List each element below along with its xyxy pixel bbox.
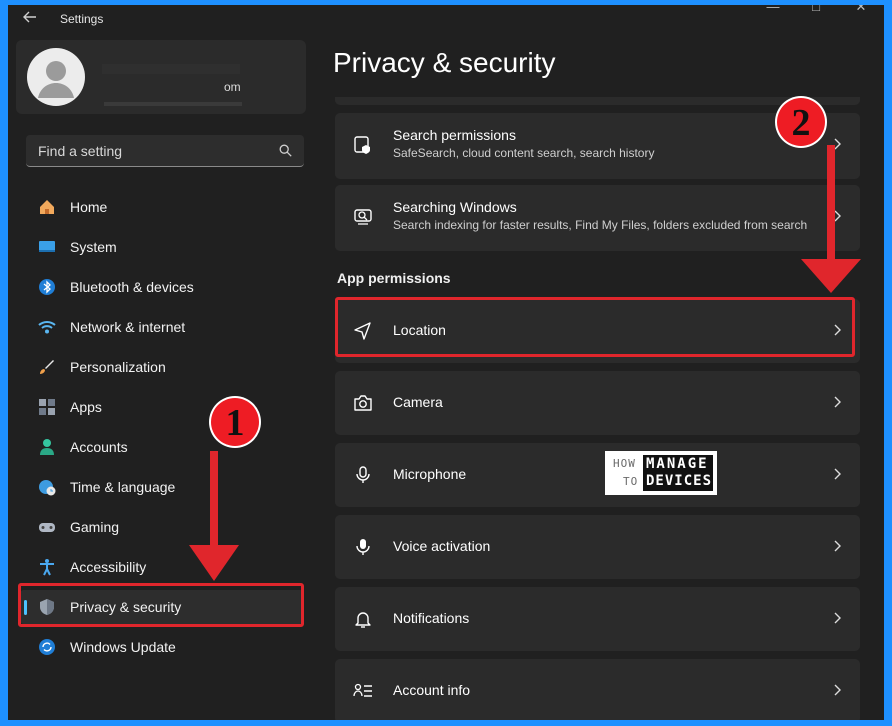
back-arrow-icon (23, 11, 36, 23)
sidebar-item-label: Apps (70, 399, 102, 415)
chevron-right-icon (834, 396, 841, 408)
card-title: Notifications (393, 610, 470, 626)
maximize-button[interactable]: □ (801, 5, 831, 15)
card-account-info[interactable]: Account info (335, 659, 860, 720)
card-searching-windows[interactable]: Searching Windows Search indexing for fa… (335, 185, 860, 251)
sidebar-item-label: Personalization (70, 359, 166, 375)
sidebar-item-time-language[interactable]: Time & language (20, 470, 304, 504)
card-camera[interactable]: Camera (335, 371, 860, 435)
logo-text-manage: MANAGE (646, 456, 709, 472)
card-subtitle: SafeSearch, cloud content search, search… (393, 146, 655, 160)
step-2-badge: 2 (777, 98, 825, 146)
chevron-right-icon (834, 540, 841, 552)
brush-icon (40, 360, 54, 374)
card-subtitle: Search indexing for faster results, Find… (393, 218, 808, 232)
logo-text-how: HOW (613, 457, 636, 470)
sidebar-item-accessibility[interactable]: Accessibility (20, 550, 304, 584)
sidebar-item-windows-update[interactable]: Windows Update (20, 630, 304, 664)
chevron-right-icon (834, 612, 841, 624)
sidebar-item-gaming[interactable]: Gaming (20, 510, 304, 544)
update-icon (39, 639, 55, 655)
step-1-arrow (189, 451, 239, 581)
user-icon (38, 61, 74, 98)
bluetooth-icon (39, 279, 55, 295)
card-title: Account info (393, 682, 471, 698)
title-bar: Settings — □ ✕ (8, 5, 884, 33)
globe-clock-icon (39, 480, 56, 496)
searching-windows-icon (354, 209, 372, 225)
camera-icon (354, 395, 372, 411)
sidebar-item-network[interactable]: Network & internet (20, 310, 304, 344)
page-title: Privacy & security (333, 47, 556, 78)
home-icon (40, 200, 54, 214)
sidebar-item-label: Home (70, 199, 108, 215)
account-info-icon (353, 683, 372, 697)
system-icon (39, 241, 55, 252)
sidebar-item-apps[interactable]: Apps (20, 390, 304, 424)
sidebar-item-label: Bluetooth & devices (70, 279, 194, 295)
highlight-box-privacy (18, 583, 304, 627)
card-title: Search permissions (393, 127, 516, 143)
microphone-icon (356, 466, 370, 483)
card-title: Voice activation (393, 538, 491, 554)
network-icon (38, 321, 56, 334)
card-title: Microphone (393, 466, 467, 482)
settings-window: Settings — □ ✕ om Find a setting Home Sy… (8, 5, 884, 720)
redacted-name (102, 64, 240, 74)
voice-activation-icon (356, 539, 370, 555)
sidebar-item-label: Gaming (70, 519, 120, 535)
card-voice-activation[interactable]: Voice activation (335, 515, 860, 579)
step-1-number: 1 (225, 402, 245, 444)
profile-email: om (224, 80, 241, 94)
avatar (27, 48, 85, 106)
sidebar-item-label: Network & internet (70, 319, 186, 335)
back-button[interactable] (22, 9, 44, 29)
sidebar-item-personalization[interactable]: Personalization (20, 350, 304, 384)
logo-box: MANAGE DEVICES (643, 455, 713, 491)
sidebar-item-label: Accessibility (70, 559, 147, 575)
sidebar-item-bluetooth[interactable]: Bluetooth & devices (20, 270, 304, 304)
search-permissions-icon (354, 136, 370, 154)
sidebar-item-label: Windows Update (70, 639, 176, 655)
search-input[interactable]: Find a setting (26, 135, 304, 167)
section-header-app-permissions: App permissions (337, 270, 451, 286)
apps-icon (39, 399, 55, 415)
redacted-line (104, 102, 242, 106)
step-2-arrow (801, 145, 861, 293)
sidebar-item-label: Accounts (70, 439, 128, 455)
profile-card[interactable]: om (16, 40, 306, 114)
accessibility-icon (40, 559, 54, 576)
step-2-number: 2 (791, 102, 811, 144)
logo-text-to: TO (623, 475, 639, 488)
search-placeholder: Find a setting (38, 143, 123, 159)
card-microphone[interactable]: Microphone (335, 443, 860, 507)
app-title: Settings (60, 12, 104, 26)
chevron-right-icon (834, 684, 841, 696)
card-title: Searching Windows (393, 199, 517, 215)
accounts-icon (40, 439, 54, 455)
search-icon[interactable] (279, 144, 292, 157)
close-button[interactable]: ✕ (846, 5, 876, 15)
highlight-box-location (335, 297, 855, 357)
sidebar-item-accounts[interactable]: Accounts (20, 430, 304, 464)
sidebar-item-system[interactable]: System (20, 230, 304, 264)
gamepad-icon (39, 523, 55, 532)
chevron-right-icon (834, 468, 841, 480)
sidebar-item-label: Time & language (70, 479, 176, 495)
minimize-button[interactable]: — (758, 5, 788, 15)
bell-icon (355, 612, 371, 628)
sidebar-item-label: System (70, 239, 117, 255)
how-to-manage-devices-logo: HOW TO MANAGE DEVICES (605, 451, 717, 495)
card-notifications[interactable]: Notifications (335, 587, 860, 651)
logo-text-devices: DEVICES (646, 473, 713, 489)
card-title: Camera (393, 394, 443, 410)
sidebar-item-home[interactable]: Home (20, 190, 304, 224)
step-1-badge: 1 (211, 398, 259, 446)
